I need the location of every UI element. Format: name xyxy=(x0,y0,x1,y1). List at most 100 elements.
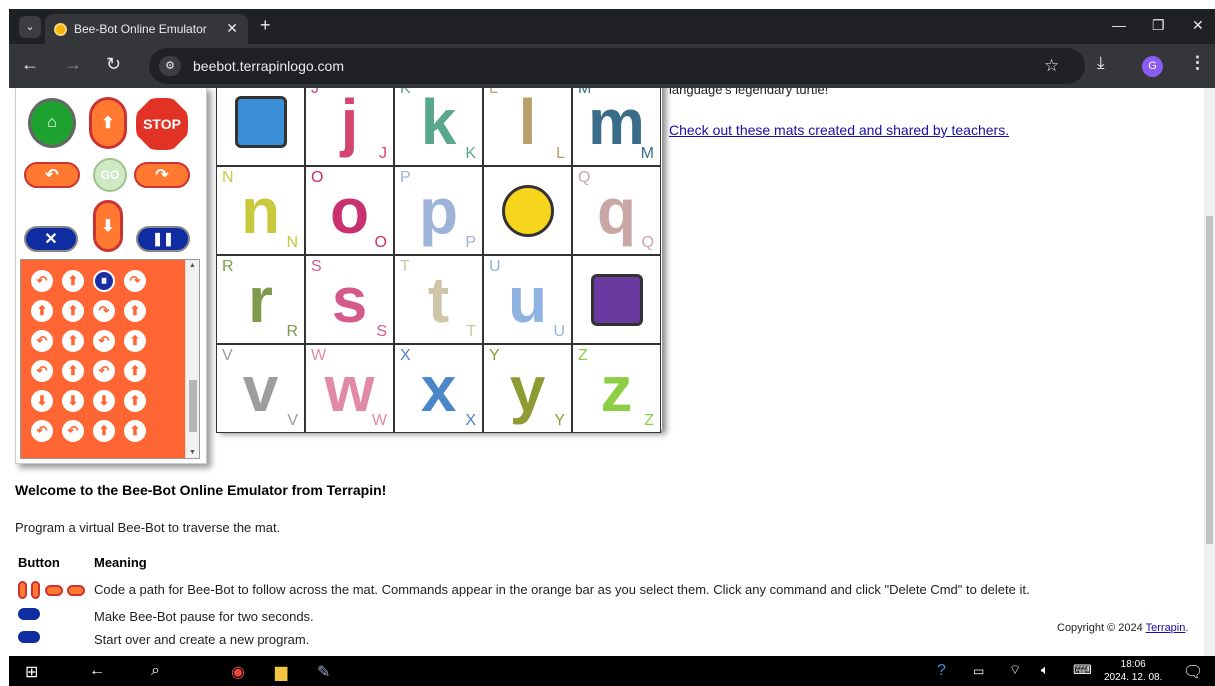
tab-close-icon[interactable]: ✕ xyxy=(226,20,238,37)
command-item[interactable]: ↷ xyxy=(93,300,115,322)
battery-icon[interactable]: ▭ xyxy=(973,664,984,678)
mat-corner-letter: J xyxy=(311,88,319,97)
scroll-down-icon[interactable]: ▼ xyxy=(189,449,196,456)
command-item[interactable]: ↶ xyxy=(93,330,115,352)
mat-corner-letter: X xyxy=(400,347,411,364)
intro-text-tail: language's legendary turtle! xyxy=(669,88,829,97)
turn-right-button[interactable]: ↷ xyxy=(134,162,190,188)
command-item[interactable]: ⬆ xyxy=(124,390,146,412)
site-info-icon[interactable]: ⚙ xyxy=(159,56,181,76)
mat-corner-letter: O xyxy=(311,169,324,186)
mat-cell-w: wWW xyxy=(305,344,394,433)
wifi-icon[interactable]: ⌔ xyxy=(1009,662,1021,678)
meaning-column-header: Meaning xyxy=(94,555,147,570)
command-item[interactable]: ⬇ xyxy=(62,390,84,412)
tab-search-button[interactable]: ⌄ xyxy=(19,16,41,38)
go-button[interactable]: GO xyxy=(93,158,127,192)
mat-cell-y: yYY xyxy=(483,344,572,433)
new-tab-button[interactable]: + xyxy=(260,15,271,36)
help-icon[interactable]: ? xyxy=(937,662,946,680)
command-scroll-thumb[interactable] xyxy=(189,380,197,432)
turn-left-button[interactable]: ↶ xyxy=(24,162,80,188)
browser-toolbar: ← → ↻ ⚙ beebot.terrapinlogo.com ☆ ⤓ G ⋮ xyxy=(9,44,1215,88)
command-item[interactable]: ⬆ xyxy=(93,420,115,442)
command-item[interactable]: ⬆ xyxy=(124,360,146,382)
tab-beebot[interactable]: Bee-Bot Online Emulator ✕ xyxy=(45,14,248,44)
clear-button[interactable]: ✕ xyxy=(24,226,78,252)
command-item[interactable]: ⬆ xyxy=(124,300,146,322)
bookmark-star-icon[interactable]: ☆ xyxy=(1044,56,1059,76)
page-scroll-thumb[interactable] xyxy=(1206,216,1213,544)
copyright-text: Copyright © 2024 xyxy=(1057,622,1143,634)
mat-corner-letter: Q xyxy=(641,234,654,251)
command-item[interactable]: ↶ xyxy=(93,360,115,382)
tab-strip: ⌄ Bee-Bot Online Emulator ✕ + — ❐ ✕ xyxy=(9,9,1215,44)
clear-icon xyxy=(18,631,40,647)
command-item[interactable]: ↶ xyxy=(31,360,53,382)
windows-start-icon[interactable]: ⊞ xyxy=(25,662,38,682)
clock-time: 18:06 xyxy=(1120,659,1146,670)
paint-icon[interactable]: ✎ xyxy=(317,662,330,682)
command-item[interactable]: ⬆ xyxy=(62,330,84,352)
mat-corner-letter: V xyxy=(222,347,233,364)
terrapin-link[interactable]: Terrapin xyxy=(1146,622,1186,634)
command-item[interactable]: ⬆ xyxy=(62,360,84,382)
forward-arrow-button[interactable]: ⬆ xyxy=(89,97,127,149)
taskbar-search-icon[interactable]: ⌕ xyxy=(151,662,160,680)
command-item[interactable]: ⬆ xyxy=(31,300,53,322)
command-item[interactable]: ⬆ xyxy=(124,330,146,352)
command-bar[interactable]: ↶ ⬆ ⏸ ↷ ⬆ ⬆ ↷ ⬆ ↶ ⬆ ↶ ⬆ ↶ ⬆ ↶ ⬆ ⬇ ⬇ ⬇ ⬆ ↶ ↶ ⬆ ⬆ ▲ ▼ xyxy=(20,259,200,459)
reload-button[interactable]: ↻ xyxy=(106,54,121,75)
pause-button[interactable]: ❚❚ xyxy=(136,226,190,252)
copyright: Copyright © 2024 Terrapin. xyxy=(1057,622,1188,634)
window-close-button[interactable]: ✕ xyxy=(1192,17,1204,34)
taskbar-clock[interactable]: 18:06 2024. 12. 08. xyxy=(1104,658,1162,684)
mat-cell-v: vVV xyxy=(216,344,305,433)
mat-corner-letter: P xyxy=(465,234,476,251)
address-bar[interactable]: ⚙ beebot.terrapinlogo.com ☆ xyxy=(149,48,1085,84)
chrome-taskbar-icon[interactable]: ◉ xyxy=(231,662,245,682)
command-item[interactable]: ⬆ xyxy=(124,420,146,442)
command-item[interactable]: ↶ xyxy=(62,420,84,442)
command-scrollbar[interactable]: ▲ ▼ xyxy=(185,260,199,458)
stop-button[interactable]: STOP xyxy=(136,98,188,150)
command-item[interactable]: ⬇ xyxy=(93,390,115,412)
command-item[interactable]: ↶ xyxy=(31,420,53,442)
minimize-button[interactable]: — xyxy=(1112,17,1126,33)
forward-button[interactable]: → xyxy=(64,54,82,75)
command-item[interactable]: ⬆ xyxy=(62,300,84,322)
copyright-period: . xyxy=(1185,622,1189,634)
download-icon[interactable]: ⤓ xyxy=(1097,53,1105,73)
mat-corner-letter: S xyxy=(376,323,387,340)
pause-meaning: Make Bee-Bot pause for two seconds. xyxy=(94,609,314,624)
taskbar-back-icon[interactable]: ← xyxy=(89,662,105,680)
menu-kebab-icon[interactable]: ⋮ xyxy=(1189,53,1206,73)
mat-cell-j: jJJ xyxy=(305,88,394,166)
mat-corner-letter: S xyxy=(311,258,322,275)
scroll-up-icon[interactable]: ▲ xyxy=(189,262,196,269)
backward-arrow-button[interactable]: ⬇ xyxy=(93,200,123,252)
command-item[interactable]: ⏸ xyxy=(93,270,115,292)
restore-button[interactable]: ❐ xyxy=(1152,17,1165,34)
command-item[interactable]: ↶ xyxy=(31,270,53,292)
command-list: ↶ ⬆ ⏸ ↷ ⬆ ⬆ ↷ ⬆ ↶ ⬆ ↶ ⬆ ↶ ⬆ ↶ ⬆ ⬇ ⬇ ⬇ ⬆ ↶ ↶ ⬆ ⬆ xyxy=(31,270,146,442)
mat-corner-letter: O xyxy=(374,234,387,251)
profile-avatar[interactable]: G xyxy=(1142,56,1163,77)
notification-icon[interactable]: 🗨︎ xyxy=(1183,662,1203,682)
mat-corner-letter: Z xyxy=(578,347,588,364)
back-button[interactable]: ← xyxy=(21,54,39,75)
command-item[interactable]: ↶ xyxy=(31,330,53,352)
file-explorer-icon[interactable]: ▆ xyxy=(275,662,287,682)
page-scrollbar[interactable] xyxy=(1204,88,1215,656)
command-item[interactable]: ↷ xyxy=(124,270,146,292)
home-button[interactable]: ⌂ xyxy=(28,98,76,148)
teachers-mats-link[interactable]: Check out these mats created and shared … xyxy=(669,122,1009,138)
volume-icon[interactable]: 🔈︎ xyxy=(1041,662,1049,678)
command-item[interactable]: ⬇ xyxy=(31,390,53,412)
url-text[interactable]: beebot.terrapinlogo.com xyxy=(193,58,344,74)
mat-corner-letter: Y xyxy=(489,347,500,364)
mat-corner-letter: L xyxy=(489,88,498,97)
command-item[interactable]: ⬆ xyxy=(62,270,84,292)
keyboard-icon[interactable]: ⌨ xyxy=(1073,662,1092,678)
mat-corner-letter: M xyxy=(640,145,654,162)
